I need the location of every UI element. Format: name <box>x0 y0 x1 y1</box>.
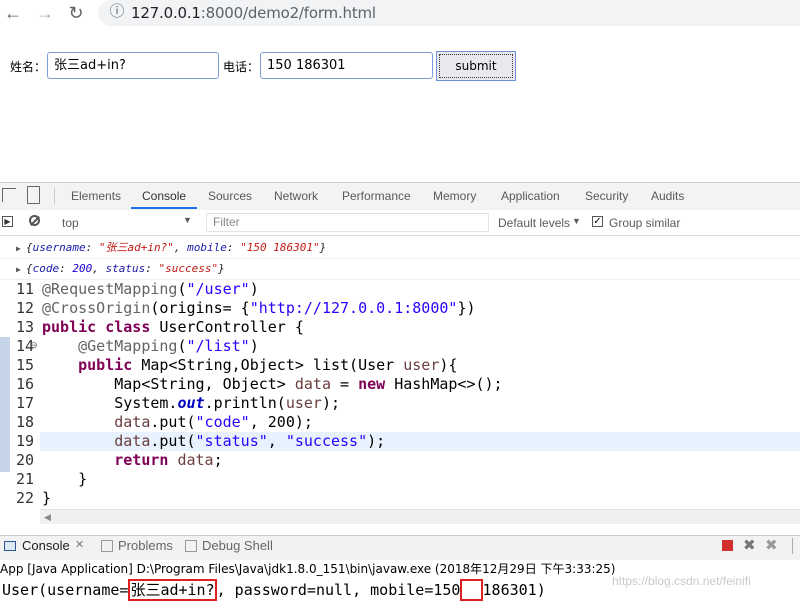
filter-input[interactable]: Filter <box>206 213 489 232</box>
tab-console[interactable]: Console <box>142 189 186 203</box>
remove-launch-icon[interactable]: ✖ <box>743 536 756 554</box>
tab-audits[interactable]: Audits <box>651 189 684 203</box>
line-number: 13 <box>15 318 34 336</box>
tab-network[interactable]: Network <box>274 189 318 203</box>
url-text[interactable]: 127.0.0.1:8000/demo2/form.html <box>131 4 376 22</box>
line-number: 20 <box>15 451 34 469</box>
horizontal-scrollbar[interactable]: ◀ <box>40 509 800 524</box>
console-output: User(username= 张三ad+in?, password=null, m… <box>2 579 546 601</box>
code-line[interactable]: public class UserController { <box>42 318 304 337</box>
submit-button[interactable]: submit <box>436 51 516 81</box>
line-number: 19 <box>15 432 34 450</box>
terminate-icon[interactable] <box>722 540 733 551</box>
tab-application[interactable]: Application <box>501 189 560 203</box>
line-number: 17 <box>15 394 34 412</box>
gutter-range-marker <box>0 337 10 472</box>
name-input[interactable]: 张三ad+in? <box>47 52 219 79</box>
problems-tab[interactable]: Problems <box>118 538 173 553</box>
remove-all-icon[interactable]: ✖ <box>765 536 778 554</box>
sidebar-toggle-icon[interactable]: ▶ <box>2 216 13 227</box>
back-icon[interactable]: ← <box>3 3 23 23</box>
code-line[interactable]: Map<String, Object> data = new HashMap<>… <box>42 375 502 394</box>
line-number: 12 <box>15 299 34 317</box>
forward-icon[interactable]: → <box>35 3 55 23</box>
phone-label: 电话： <box>223 60 260 74</box>
chevron-down-icon[interactable]: ▼ <box>183 215 192 225</box>
launch-info: App [Java Application] D:\Program Files\… <box>0 562 616 576</box>
levels-chevron-icon[interactable]: ▼ <box>572 216 581 226</box>
debug-shell-icon <box>185 540 197 552</box>
expand-arrow-icon[interactable]: ▶ <box>16 239 26 259</box>
line-number: 22 <box>15 489 34 507</box>
close-icon[interactable]: ✕ <box>75 538 84 551</box>
group-similar-checkbox[interactable]: ✓ <box>592 216 603 227</box>
code-line[interactable]: @RequestMapping("/user") <box>42 280 259 299</box>
console-icon <box>4 541 16 551</box>
code-line[interactable]: @GetMapping("/list") <box>42 337 259 356</box>
context-select[interactable]: top <box>62 216 79 230</box>
line-number: 21 <box>15 470 34 488</box>
info-icon[interactable]: ⓘ <box>108 3 126 21</box>
tab-elements[interactable]: Elements <box>71 189 121 203</box>
fold-icon[interactable]: ⊖ <box>30 340 38 351</box>
line-number: 15 <box>15 356 34 374</box>
code-line[interactable]: data.put("code", 200); <box>42 413 313 432</box>
group-similar-label: Group similar <box>609 216 681 230</box>
console-tab[interactable]: Console <box>22 538 70 553</box>
levels-select[interactable]: Default levels <box>498 216 570 230</box>
debug-shell-tab[interactable]: Debug Shell <box>202 538 273 553</box>
tab-memory[interactable]: Memory <box>433 189 476 203</box>
toolbar-separator <box>792 538 793 554</box>
watermark: https://blog.csdn.net/feinifi <box>612 574 751 588</box>
active-tab-indicator <box>131 207 197 209</box>
reload-icon[interactable]: ↻ <box>66 3 86 23</box>
code-line[interactable]: } <box>42 489 51 508</box>
tab-security[interactable]: Security <box>585 189 628 203</box>
highlight-username-box: 张三ad+in? <box>128 579 217 601</box>
code-line[interactable]: return data; <box>42 451 222 470</box>
name-label: 姓名： <box>10 60 47 74</box>
tab-performance[interactable]: Performance <box>342 189 411 203</box>
tab-separator <box>54 188 55 204</box>
code-line[interactable]: @CrossOrigin(origins= {"http://127.0.0.1… <box>42 299 476 318</box>
console-log-1[interactable]: ▶ {username: "张三ad+in?", mobile: "150 186… <box>0 238 800 259</box>
code-line[interactable]: public Map<String,Object> list(User user… <box>42 356 457 375</box>
device-toolbar-icon[interactable] <box>27 186 40 204</box>
code-line[interactable]: System.out.println(user); <box>42 394 340 413</box>
line-number: 11 <box>15 280 34 298</box>
line-number: 16 <box>15 375 34 393</box>
console-log-2[interactable]: ▶ {code: 200, status: "success"} <box>0 259 800 280</box>
inspect-icon[interactable] <box>2 188 16 202</box>
highlight-gap-box <box>460 579 483 601</box>
code-line[interactable]: } <box>42 470 87 489</box>
line-number: 18 <box>15 413 34 431</box>
phone-input[interactable]: 150 186301 <box>260 52 433 79</box>
tab-sources[interactable]: Sources <box>208 189 252 203</box>
code-line[interactable]: data.put("status", "success"); <box>42 432 385 451</box>
problems-icon <box>101 540 113 552</box>
expand-arrow-icon[interactable]: ▶ <box>16 260 26 280</box>
